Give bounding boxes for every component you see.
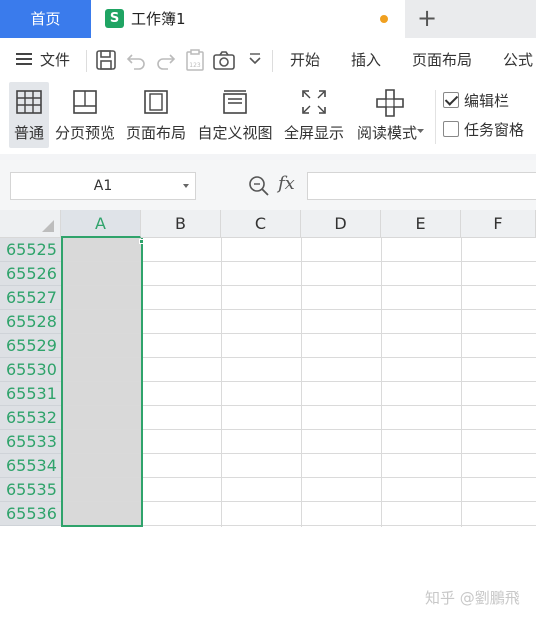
page-layout-view-icon [144, 90, 168, 114]
task-pane-checkbox[interactable] [443, 120, 459, 137]
unsaved-indicator [380, 15, 388, 23]
column-gridline [221, 238, 222, 527]
row-header[interactable]: 65526 [0, 262, 61, 286]
file-menu-button[interactable]: 文件 [16, 38, 70, 82]
insert-function-button[interactable]: fx [278, 173, 295, 194]
row-header[interactable]: 65529 [0, 334, 61, 358]
column-header-e[interactable]: E [381, 210, 461, 238]
row-header[interactable]: 65534 [0, 454, 61, 478]
formula-input[interactable] [307, 172, 536, 200]
column-header-a[interactable]: A [61, 210, 141, 238]
formula-bar-checkbox[interactable] [443, 91, 459, 108]
formula-bar-toggle[interactable]: 编辑栏 [443, 90, 509, 112]
custom-view-icon [223, 90, 247, 114]
tab-workbook[interactable]: S 工作簿1 [91, 0, 405, 38]
row-header[interactable]: 65532 [0, 406, 61, 430]
reading-mode-dropdown-icon[interactable] [417, 129, 424, 134]
tab-workbook-title: 工作簿1 [131, 10, 186, 28]
page-break-preview-label: 分页预览 [54, 124, 115, 142]
row-header[interactable]: 65535 [0, 478, 61, 502]
full-screen-button[interactable]: 全屏显示 [282, 82, 346, 148]
normal-view-button[interactable]: 普通 [9, 82, 49, 148]
divider [435, 90, 436, 144]
file-menu-label: 文件 [40, 51, 71, 69]
row-header[interactable]: 65536 [0, 502, 61, 526]
custom-view-label: 自定义视图 [197, 124, 273, 142]
row-header[interactable]: 65533 [0, 430, 61, 454]
save-icon[interactable] [94, 48, 118, 72]
view-ribbon: 普通 分页预览 页面布局 自定义视图 全屏显示 阅读模式 编辑栏 任务窗格 [0, 82, 536, 154]
menu-item-formulas[interactable]: 公式 [503, 38, 533, 82]
undo-icon[interactable] [124, 48, 148, 72]
name-box-dropdown-icon[interactable] [183, 184, 189, 188]
full-screen-label: 全屏显示 [283, 124, 344, 142]
row-header[interactable]: 65528 [0, 310, 61, 334]
menu-item-page-layout[interactable]: 页面布局 [412, 38, 472, 82]
spreadsheet-grid[interactable]: ABCDEF 65525 65526 65527 65528 65529 65530 655… [0, 210, 536, 527]
menu-item-home[interactable]: 开始 [290, 38, 320, 82]
selection-border [61, 238, 143, 527]
page-layout-view-button[interactable]: 页面布局 [124, 82, 188, 148]
hamburger-icon [16, 52, 32, 65]
column-header-f[interactable]: F [461, 210, 536, 238]
row-header[interactable]: 65525 [0, 238, 61, 262]
reading-mode-button[interactable]: 阅读模式 [353, 82, 429, 148]
column-header-c[interactable]: C [221, 210, 301, 238]
normal-view-icon [16, 90, 42, 114]
customize-toolbar-chevron-icon[interactable] [243, 48, 267, 72]
name-box-value: A1 [93, 178, 113, 194]
print-preview-icon[interactable]: 123 [183, 48, 207, 72]
menu-row: 文件 123 开始 插入 页面布局 公式 [0, 38, 536, 82]
page-break-preview-icon [73, 90, 97, 114]
menu-item-insert[interactable]: 插入 [351, 38, 381, 82]
tab-bar: 首页 S 工作簿1 + [0, 0, 536, 38]
name-box[interactable]: A1 [10, 172, 196, 200]
row-header[interactable]: 65527 [0, 286, 61, 310]
divider [272, 50, 273, 72]
svg-text:123: 123 [189, 62, 201, 69]
task-pane-toggle[interactable]: 任务窗格 [443, 119, 524, 141]
formula-bar-toggle-label: 编辑栏 [464, 92, 510, 110]
select-all-corner[interactable] [0, 210, 61, 238]
spreadsheet-doc-icon: S [105, 9, 124, 28]
zoom-icon[interactable] [248, 175, 270, 197]
watermark: 知乎 @劉鵬飛 [425, 589, 520, 607]
reading-mode-icon [376, 89, 404, 117]
page-layout-view-label: 页面布局 [125, 124, 186, 142]
camera-icon[interactable] [212, 48, 236, 72]
formula-bar: A1 fx [0, 160, 536, 210]
normal-view-label: 普通 [13, 124, 44, 142]
task-pane-toggle-label: 任务窗格 [464, 121, 525, 139]
row-header[interactable]: 65530 [0, 358, 61, 382]
tab-home[interactable]: 首页 [0, 0, 91, 38]
new-tab-button[interactable]: + [405, 0, 449, 38]
column-gridline [301, 238, 302, 527]
page-break-preview-button[interactable]: 分页预览 [53, 82, 117, 148]
column-gridline [461, 238, 462, 527]
column-header-d[interactable]: D [301, 210, 381, 238]
row-header[interactable]: 65531 [0, 382, 61, 406]
divider [86, 50, 87, 72]
fill-handle[interactable] [139, 239, 144, 244]
custom-view-button[interactable]: 自定义视图 [196, 82, 274, 148]
full-screen-icon [302, 90, 326, 114]
redo-icon[interactable] [154, 48, 178, 72]
column-header-b[interactable]: B [141, 210, 221, 238]
column-gridline [381, 238, 382, 527]
